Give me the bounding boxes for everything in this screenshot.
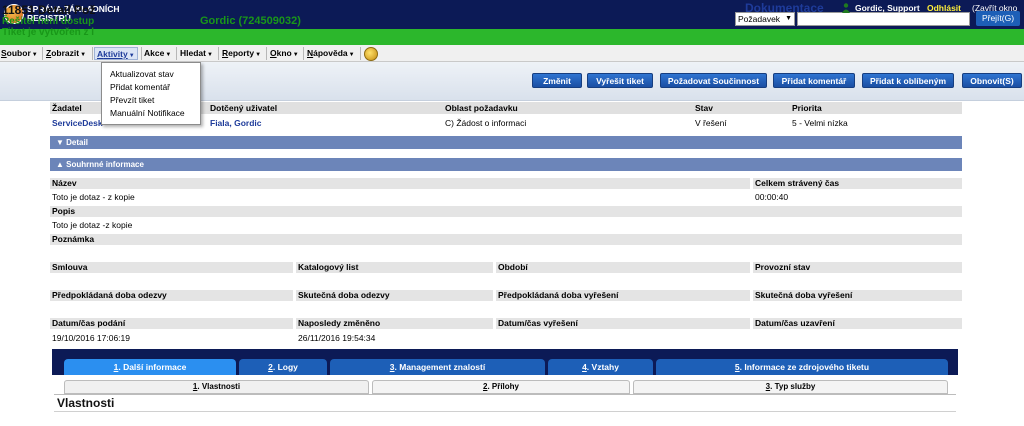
menu-separator <box>176 47 177 60</box>
status-value: V řešení <box>695 118 727 128</box>
menu-item-take-ticket[interactable]: Převzít tiket <box>110 95 154 105</box>
header-requester: Žadatel <box>52 103 82 113</box>
time-spent-value: 00:00:40 <box>755 192 789 202</box>
operational-state-label: Provozní stav <box>753 262 962 273</box>
user-name: Gordic, Support <box>855 3 920 13</box>
menu-hledat[interactable]: Hledat▼ <box>180 48 213 58</box>
detail-panel-label: Detail <box>66 138 88 147</box>
menu-separator <box>42 47 43 60</box>
summary-info-label: Souhrnné informace <box>66 160 144 169</box>
contract-label: Smlouva <box>50 262 293 273</box>
status-bar <box>0 29 1024 45</box>
search-type-value: Požadavek <box>738 14 781 24</box>
menu-separator <box>218 47 219 60</box>
add-comment-button[interactable]: Přidat komentář <box>773 73 855 88</box>
menu-separator <box>141 47 142 60</box>
help-icon[interactable] <box>364 47 378 61</box>
header-status: Stav <box>695 103 713 113</box>
submitted-label: Datum/čas podání <box>50 318 293 329</box>
subtab-properties[interactable]: 1. Vlastnosti <box>64 380 369 394</box>
menu-zobrazit[interactable]: Zobrazit▼ <box>46 48 86 58</box>
note-label: Poznámka <box>50 234 962 245</box>
requester-link[interactable]: ServiceDesk <box>52 118 103 128</box>
go-button[interactable]: Přejít(G) <box>976 11 1020 26</box>
summary-info-panel-toggle[interactable]: ▲ Souhrnné informace <box>50 158 962 171</box>
header-affected-user: Dotčený uživatel <box>210 103 278 113</box>
subtab-service-type[interactable]: 3. Typ služby <box>633 380 948 394</box>
last-changed-label: Naposledy změněno <box>296 318 493 329</box>
refresh-button[interactable]: Obnovit(S) <box>962 73 1022 88</box>
subtab-attachments[interactable]: 2. Přílohy <box>372 380 630 394</box>
ticket-warning-2: Tiket je vytvořen z l <box>2 27 95 38</box>
change-button[interactable]: Změnit <box>532 73 582 88</box>
name-label: Název <box>50 178 750 189</box>
chevron-up-icon: ▲ <box>56 160 67 169</box>
description-value: Toto je dotaz -z kopie <box>52 220 133 230</box>
resolved-label: Datum/čas vyřešení <box>496 318 750 329</box>
menu-item-manual-notification[interactable]: Manuální Notifikace <box>110 108 185 118</box>
submitted-value: 19/10/2016 17:06:19 <box>52 333 130 343</box>
properties-section <box>54 394 956 426</box>
properties-title: Vlastnosti <box>57 396 115 410</box>
closed-label: Datum/čas uzavření <box>753 318 962 329</box>
name-value: Toto je dotaz - z kopie <box>52 192 135 202</box>
menu-soubor[interactable]: Soubor▼ <box>1 48 38 58</box>
detail-panel-toggle[interactable]: ▼ Detail <box>50 136 962 149</box>
header-request-area: Oblast požadavku <box>445 103 518 113</box>
menu-separator <box>303 47 304 60</box>
resolve-ticket-button[interactable]: Vyřešit tiket <box>587 73 653 88</box>
ticket-contact: Gordic (724509032) <box>200 15 301 27</box>
last-changed-value: 26/11/2016 19:54:34 <box>298 333 376 343</box>
menu-item-update-status[interactable]: Aktualizovat stav <box>110 69 174 79</box>
menu-okno[interactable]: Okno▼ <box>270 48 299 58</box>
header-priority: Priorita <box>792 103 822 113</box>
request-cooperation-button[interactable]: Požadovat Součinnost <box>660 73 767 88</box>
menu-akce[interactable]: Akce▼ <box>144 48 171 58</box>
chevron-down-icon: ▼ <box>56 138 67 147</box>
actual-resolution-label: Skutečná doba vyřešení <box>753 290 962 301</box>
menu-reporty[interactable]: Reporty▼ <box>222 48 261 58</box>
ticket-warning-1: Řešitel není dostup <box>2 16 95 27</box>
catalog-label: Katalogový list <box>296 262 493 273</box>
tab-knowledge-management[interactable]: 3. Management znalostí <box>330 359 545 375</box>
affected-user-link[interactable]: Fiala, Gordic <box>210 118 262 128</box>
menu-aktivity[interactable]: Aktivity▼ <box>94 47 138 60</box>
menu-separator <box>266 47 267 60</box>
tab-additional-info[interactable]: 1. Další informace <box>64 359 236 375</box>
request-area-value: C) Žádost o informaci <box>445 118 527 128</box>
expected-resolution-label: Předpokládaná doba vyřešení <box>496 290 750 301</box>
period-label: Období <box>496 262 750 273</box>
aktivity-dropdown: Aktualizovat stav Přidat komentář Převzí… <box>101 62 201 125</box>
divider <box>54 411 956 412</box>
actual-response-label: Skutečná doba odezvy <box>296 290 493 301</box>
tab-relations[interactable]: 4. Vztahy <box>548 359 653 375</box>
menu-separator <box>92 47 93 60</box>
user-icon <box>842 3 850 13</box>
logout-link[interactable]: Odhlásit <box>927 3 961 13</box>
priority-value: 5 - Velmi nízka <box>792 118 848 128</box>
add-to-favorites-button[interactable]: Přidat k oblíbeným <box>862 73 954 88</box>
menu-item-add-comment[interactable]: Přidat komentář <box>110 82 170 92</box>
time-spent-label: Celkem strávený čas <box>753 178 962 189</box>
menu-separator <box>360 47 361 60</box>
page-title: 11851 Detail Pož <box>2 3 96 17</box>
close-window-link[interactable]: (Zavřít okno <box>972 3 1017 13</box>
tab-source-ticket-info[interactable]: 5. Informace ze zdrojového tiketu <box>656 359 948 375</box>
tab-logs[interactable]: 2. Logy <box>239 359 327 375</box>
documentation-link[interactable]: Dokumentace <box>745 1 824 15</box>
menu-napoveda[interactable]: Nápověda▼ <box>307 48 355 58</box>
menu-bar: Soubor▼ Zobrazit▼ Aktivity▼ Akce▼ Hledat… <box>0 45 1024 62</box>
expected-response-label: Předpokládaná doba odezvy <box>50 290 293 301</box>
description-label: Popis <box>50 206 962 217</box>
